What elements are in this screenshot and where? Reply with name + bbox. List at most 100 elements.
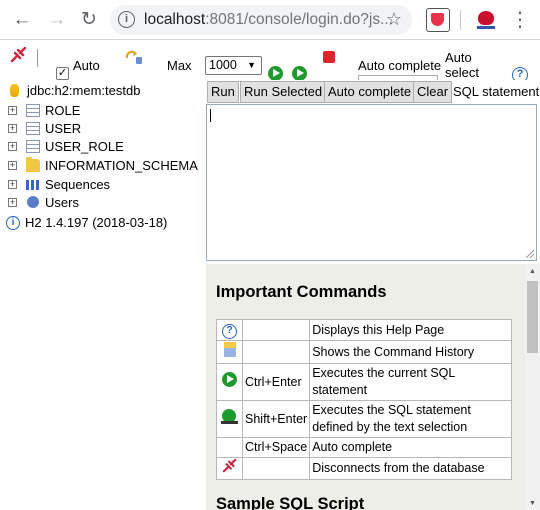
info-icon: i: [6, 216, 20, 230]
tree-item-label: USER_ROLE: [45, 139, 124, 154]
url-host: localhost: [144, 11, 206, 28]
url-text[interactable]: localhost:8081/console/login.do?js...: [144, 11, 393, 29]
table-icon: [26, 104, 40, 117]
table-cell-key: [241, 457, 311, 480]
scroll-up-icon[interactable]: ▲: [529, 268, 536, 275]
expand-icon[interactable]: +: [8, 106, 17, 115]
scroll-down-icon[interactable]: ▼: [529, 500, 536, 507]
pocket-extension-icon[interactable]: [426, 8, 450, 32]
table-cell-key: Ctrl+Enter: [241, 363, 311, 401]
table-cell-description: Displays this Help Page: [309, 319, 512, 341]
disconnect-icon[interactable]: [222, 459, 238, 473]
table-cell-description: Executes the SQL statement defined by th…: [309, 400, 512, 438]
run-icon[interactable]: [222, 372, 237, 387]
forward-icon[interactable]: →: [44, 7, 70, 33]
commands-table: ? Displays this Help Page Shows the Comm…: [216, 319, 512, 480]
auto-select-label: Auto select: [445, 50, 479, 80]
tree-item-label: Users: [45, 195, 79, 210]
toolbar-divider: [460, 10, 461, 30]
expand-icon[interactable]: +: [8, 124, 17, 133]
help-scrollbar[interactable]: ▲ ▼: [525, 264, 540, 510]
run-button[interactable]: Run: [207, 81, 239, 103]
table-cell-icon: [216, 340, 243, 364]
table-row: Disconnects from the database: [216, 457, 512, 480]
max-rows-label: Max: [167, 58, 192, 73]
h2-toolbar: ✓ Auto Max 1000 ▼ Auto complete Auto sel…: [0, 41, 540, 80]
help-title: Important Commands: [216, 283, 387, 301]
browser-toolbar: ← → ↻ i localhost:8081/console/login.do?…: [0, 0, 540, 40]
tree-item-label: ROLE: [45, 103, 81, 118]
sequences-icon: [26, 180, 40, 190]
toolbar-separator: [37, 49, 38, 67]
table-row: Ctrl+Enter Executes the current SQL stat…: [216, 363, 512, 401]
schema-tree: jdbc:h2:mem:testdb + ROLE + USER + USER_…: [0, 80, 205, 510]
auto-commit-checkbox[interactable]: ✓: [56, 67, 69, 80]
expand-icon[interactable]: +: [8, 198, 17, 207]
expand-icon[interactable]: +: [8, 180, 17, 189]
url-path: :8081/console/login.do?js...: [205, 11, 394, 28]
run-selected-icon[interactable]: [220, 408, 239, 425]
resize-grip-icon[interactable]: [526, 250, 534, 258]
table-row: Shift+Enter Executes the SQL statement d…: [216, 400, 512, 438]
table-cell-key: [241, 340, 311, 364]
chevron-down-icon: ▼: [247, 60, 256, 70]
connection-label: jdbc:h2:mem:testdb: [27, 83, 141, 98]
help-panel: Important Commands ? Displays this Help …: [206, 264, 540, 510]
auto-complete-label: Auto complete: [358, 58, 442, 73]
back-icon[interactable]: ←: [9, 7, 35, 33]
table-cell-key: [241, 319, 311, 341]
table-cell-key: Shift+Enter: [241, 400, 311, 438]
run-icon[interactable]: [268, 66, 283, 80]
stop-icon[interactable]: [323, 51, 335, 63]
table-cell-icon: [216, 400, 243, 438]
refresh-icon[interactable]: [124, 49, 144, 65]
database-icon: [10, 84, 19, 97]
table-cell-icon: [216, 363, 243, 401]
tree-item-label: Sequences: [45, 177, 111, 192]
clear-button[interactable]: Clear: [413, 81, 453, 103]
history-icon[interactable]: [223, 342, 236, 357]
folder-icon: [26, 157, 40, 172]
max-rows-value: 1000: [209, 58, 237, 72]
sql-statement-input[interactable]: [206, 104, 537, 261]
table-row: ? Displays this Help Page: [216, 319, 512, 341]
help-glyph: ?: [516, 68, 524, 80]
table-icon: [26, 140, 40, 153]
help-icon[interactable]: ?: [222, 324, 237, 339]
tree-item-label: USER: [45, 121, 82, 136]
table-row: Shows the Command History: [216, 340, 512, 364]
table-cell-icon: [216, 437, 243, 458]
text-cursor: [210, 109, 211, 122]
sql-statement-label: SQL statement:: [453, 84, 540, 99]
table-row: Ctrl+Space Auto complete: [216, 437, 512, 458]
expand-icon[interactable]: +: [8, 161, 17, 170]
table-cell-description: Disconnects from the database: [309, 457, 512, 480]
run-selected-button[interactable]: Run Selected: [240, 81, 327, 103]
tree-item-label: INFORMATION_SCHEMA: [45, 158, 198, 173]
kebab-menu-icon[interactable]: ⋮: [510, 6, 530, 34]
table-cell-description: Auto complete: [309, 437, 512, 458]
max-rows-select[interactable]: 1000 ▼: [205, 56, 262, 75]
auto-commit-label: Auto: [73, 58, 100, 73]
site-info-icon[interactable]: i: [118, 11, 135, 28]
ladybug-extension-icon[interactable]: [474, 8, 498, 32]
sample-sql-title: Sample SQL Script: [216, 495, 365, 510]
table-icon: [26, 122, 40, 135]
table-cell-icon: ?: [216, 319, 243, 341]
auto-complete-button[interactable]: Auto complete: [324, 81, 416, 103]
reload-icon[interactable]: ↻: [76, 7, 102, 33]
version-label: H2 1.4.197 (2018-03-18): [25, 215, 168, 230]
table-cell-description: Executes the current SQL statement: [309, 363, 512, 401]
bookmark-star-icon[interactable]: ☆: [386, 9, 402, 30]
help-icon[interactable]: ?: [512, 67, 528, 80]
expand-icon[interactable]: +: [8, 142, 17, 151]
table-cell-icon: [216, 457, 243, 480]
table-cell-description: Shows the Command History: [309, 340, 512, 364]
address-bar[interactable]: i localhost:8081/console/login.do?js... …: [110, 5, 412, 35]
run-selected-icon[interactable]: [292, 66, 307, 80]
disconnect-icon[interactable]: [10, 47, 28, 63]
sql-button-bar: Run Run Selected Auto complete Clear SQL…: [205, 80, 540, 104]
table-cell-key: Ctrl+Space: [241, 437, 311, 458]
scroll-thumb[interactable]: [527, 281, 538, 353]
users-icon: [27, 196, 39, 208]
